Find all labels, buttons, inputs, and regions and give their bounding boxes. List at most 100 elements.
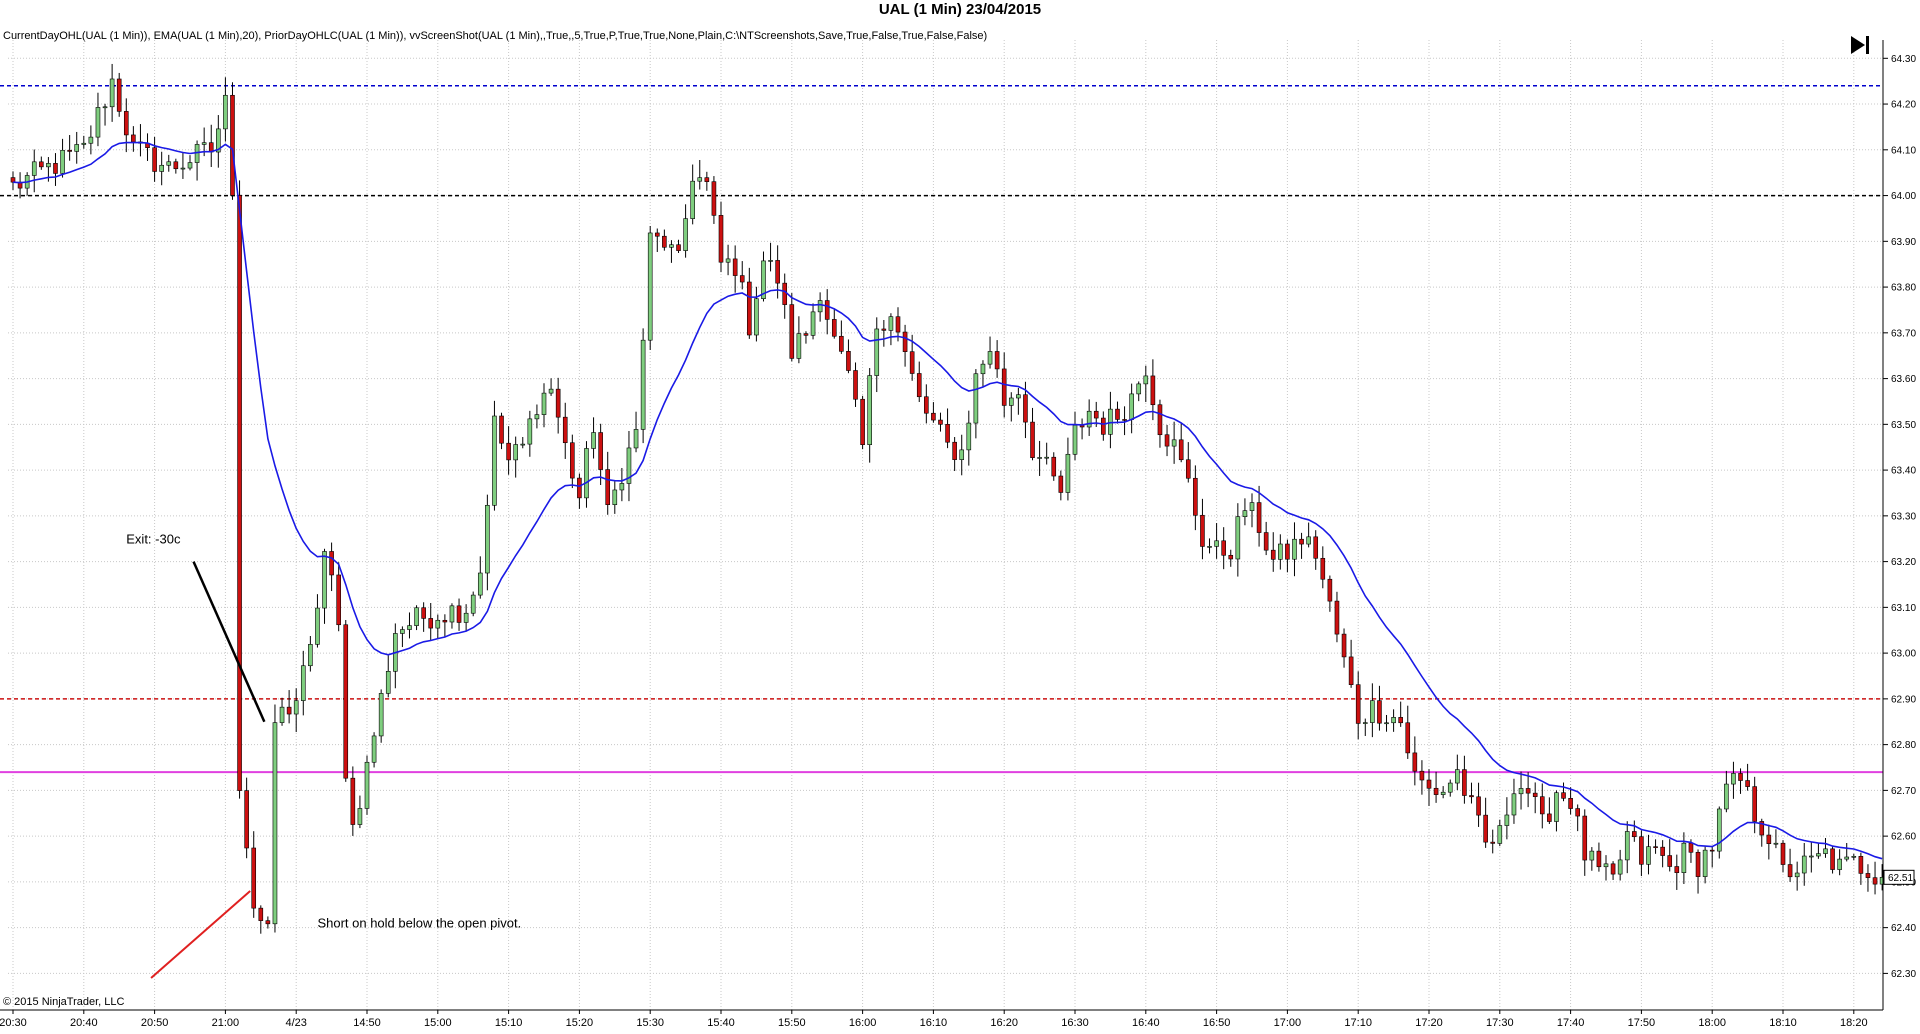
price-chart[interactable]: Exit: -30c Short on hold below the open p… [0,0,1920,1034]
candle-body [647,232,653,341]
x-tick-label: 16:10 [920,1017,948,1029]
candle-body [1716,808,1722,852]
candle-body [711,181,717,216]
candle-body [839,335,844,352]
candle-body [1221,540,1226,556]
candle-body [102,106,108,109]
candle-body [428,618,434,629]
skip-to-end-icon[interactable] [1851,36,1869,54]
candle-body [485,504,490,574]
candle-body [1639,836,1644,865]
candle-body [286,706,292,715]
candle-body [1872,877,1878,885]
candle-body [1235,516,1241,560]
candle-body [343,624,349,779]
candle-body [1193,477,1198,516]
exit-line [192,561,266,723]
candle-body [407,625,412,630]
candle-body [180,167,186,170]
candle-body [1483,814,1488,843]
candle-body [1568,797,1573,809]
candle-body [1398,717,1403,724]
y-tick-label: 64.20 [1891,100,1916,111]
y-tick-label: 63.50 [1891,420,1916,431]
candle-body [1809,855,1814,858]
candle-body [187,162,193,169]
candle-body [74,144,80,152]
candle-body [732,258,738,276]
candle-body [1532,792,1538,797]
candle-body [1497,825,1503,844]
candle-body [1702,849,1708,877]
candle-body [1518,788,1524,795]
candle-body [1447,782,1453,793]
candle-body [1370,700,1375,723]
candle-body [994,351,1000,370]
candle-body [916,373,922,398]
candle-body [640,339,646,430]
candle-body [718,215,724,263]
candle-body [690,180,695,219]
candle-body [654,232,660,237]
candle-body [53,163,58,174]
candle-body [1780,842,1786,865]
candle-body [945,423,950,443]
candle-body [1681,842,1687,873]
candle-body [1249,502,1255,511]
candle-body [1575,808,1580,817]
ema-line [12,141,1883,860]
candle-body [492,415,497,506]
candle-body [1738,773,1743,781]
candle-body [888,316,894,331]
candle-body [1058,475,1064,493]
candle-body [952,441,957,460]
candle-body [1327,578,1333,602]
y-tick-label: 62.90 [1891,694,1916,705]
candle-body [456,605,462,623]
candle-body [1384,722,1389,725]
candle-body [477,572,483,596]
candle-body [1582,815,1588,861]
candle-body [577,477,582,499]
x-tick-label: 18:20 [1840,1017,1868,1029]
axes: 64.30 64.20 64.10 64.00 63.90 63.80 63.70 63.60… [0,40,1916,1029]
candle-body [1419,770,1425,781]
candle-body [470,594,476,614]
candle-body [159,164,164,172]
candle-body [520,443,526,446]
candle-body [1164,434,1170,447]
candle-body [987,351,993,365]
candle-body [371,735,377,763]
candle-body [598,432,603,470]
candle-body [938,419,943,425]
candle-body [1207,546,1212,548]
candle-body [1433,787,1439,795]
candle-body [1051,456,1057,477]
candle-body [315,607,320,645]
candle-body [400,629,405,634]
candle-body [1122,419,1127,421]
candle-body [322,551,327,609]
candle-body [1660,846,1665,856]
candle-body [336,574,341,626]
candle-body [548,388,554,394]
candle-body [201,142,207,145]
candle-body [265,920,271,925]
candle-body [116,78,122,112]
candle-body [1589,850,1595,861]
candle-body [279,706,285,723]
candle-body [357,808,363,825]
candle-body [1766,834,1772,844]
candle-body [1426,779,1432,789]
y-tick-label: 62.80 [1891,740,1916,751]
candle-body [1178,439,1184,461]
candle-body [824,300,830,320]
candle-body [1837,858,1842,870]
candle-body [541,392,547,415]
candle-body [1270,549,1276,560]
candle-body [1801,855,1807,874]
candle-body [867,375,872,446]
candle-body [166,161,172,166]
x-tick-label: 16:20 [990,1017,1018,1029]
candle-body [1256,502,1262,533]
